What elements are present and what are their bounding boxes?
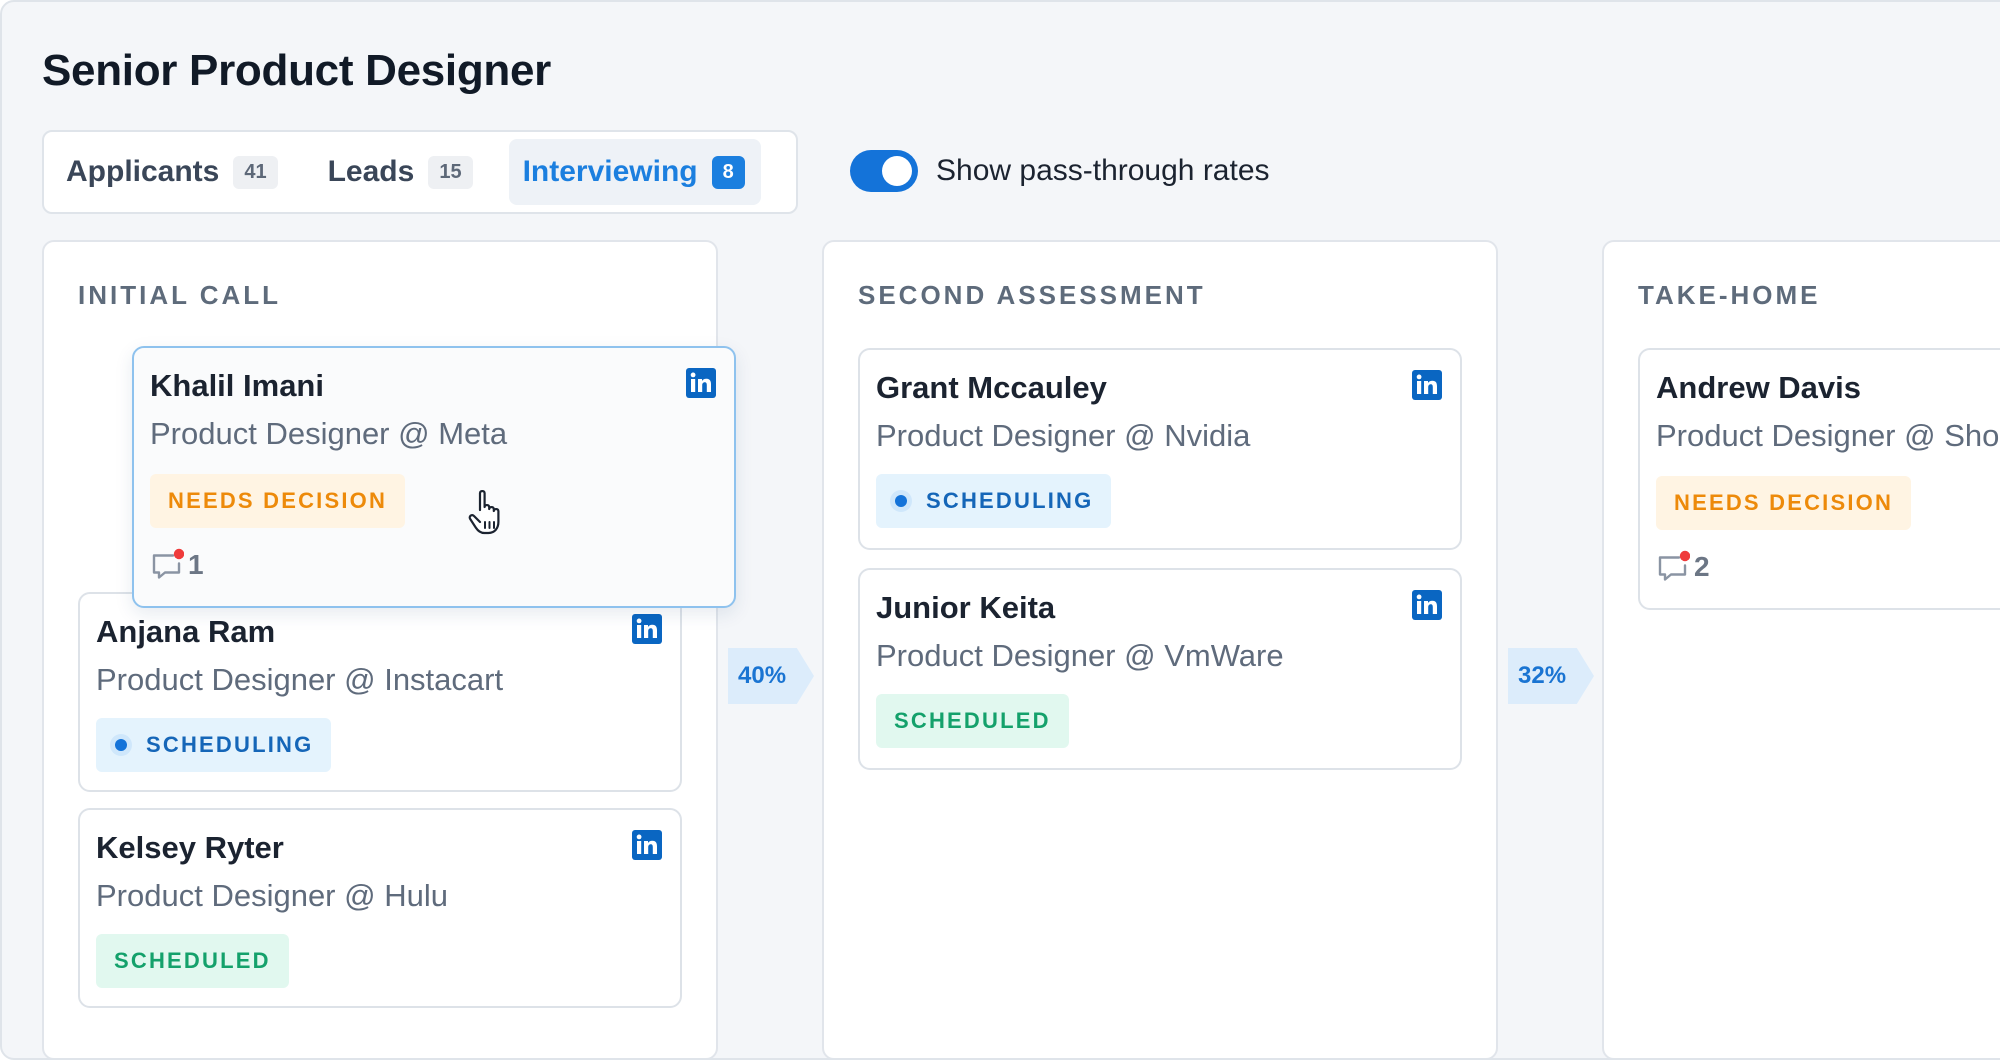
status-badge-scheduled: SCHEDULED <box>96 934 289 988</box>
candidate-card-andrew-davis[interactable]: Andrew Davis Product Designer @ Shopify … <box>1638 348 2000 610</box>
app-frame: Senior Product Designer Applicants 41 Le… <box>0 0 2000 1060</box>
status-label: SCHEDULING <box>926 488 1094 513</box>
linkedin-icon[interactable] <box>1412 370 1442 400</box>
status-badge-scheduling: SCHEDULING <box>96 718 332 772</box>
candidate-name: Kelsey Ryter <box>96 830 284 865</box>
status-badge-needs-decision: NEEDS DECISION <box>1656 476 1912 530</box>
status-badge-needs-decision: NEEDS DECISION <box>150 474 406 528</box>
pipeline-tabs: Applicants 41 Leads 15 Interviewing 8 <box>42 130 798 214</box>
comments-indicator[interactable]: 2 <box>1656 550 1710 584</box>
column-take-home: TAKE-HOME Andrew Davis Product Designer … <box>1602 240 2000 1058</box>
tab-interviewing[interactable]: Interviewing 8 <box>508 139 761 205</box>
status-label: NEEDS DECISION <box>1674 490 1894 515</box>
candidate-role: Product Designer @ Meta <box>150 416 508 451</box>
status-dot-icon <box>890 490 912 512</box>
tab-label: Applicants <box>66 155 220 188</box>
linkedin-icon[interactable] <box>1412 590 1442 620</box>
toggle-label: Show pass-through rates <box>936 154 1270 187</box>
pass-through-toggle-group: Show pass-through rates <box>850 150 1270 192</box>
column-title: TAKE-HOME <box>1638 280 1821 310</box>
candidate-card-anjana-ram[interactable]: Anjana Ram Product Designer @ Instacart … <box>78 592 682 792</box>
candidate-role: Product Designer @ Instacart <box>96 662 504 697</box>
candidate-role: Product Designer @ Hulu <box>96 878 448 913</box>
column-title: SECOND ASSESSMENT <box>858 280 1206 310</box>
tab-label: Interviewing <box>522 155 698 188</box>
status-label: NEEDS DECISION <box>168 488 388 513</box>
candidate-role: Product Designer @ VmWare <box>876 638 1284 673</box>
tab-leads[interactable]: Leads 15 <box>314 139 489 205</box>
column-second-assessment: SECOND ASSESSMENT Grant Mccauley Product… <box>822 240 1498 1058</box>
candidate-card-kelsey-ryter[interactable]: Kelsey Ryter Product Designer @ Hulu SCH… <box>78 808 682 1008</box>
candidate-name: Anjana Ram <box>96 614 276 649</box>
column-title: INITIAL CALL <box>78 280 282 310</box>
comment-count: 2 <box>1694 551 1710 582</box>
status-badge-scheduling: SCHEDULING <box>876 474 1112 528</box>
candidate-role: Product Designer @ Shopify <box>1656 418 2000 453</box>
tab-count: 15 <box>428 155 473 189</box>
comment-icon <box>152 548 184 579</box>
comment-count: 1 <box>188 549 204 580</box>
linkedin-icon[interactable] <box>632 614 662 644</box>
comment-icon <box>1658 550 1690 581</box>
comments-indicator[interactable]: 1 <box>150 548 204 582</box>
tab-count: 41 <box>233 155 278 189</box>
pass-through-rate-badge: 32% <box>1508 648 1594 704</box>
candidate-card-junior-keita[interactable]: Junior Keita Product Designer @ VmWare S… <box>858 568 1462 770</box>
status-label: SCHEDULED <box>114 948 271 973</box>
pass-through-rate-badge: 40% <box>728 648 814 704</box>
tab-applicants[interactable]: Applicants 41 <box>52 139 294 205</box>
candidate-card-khalil-imani[interactable]: Khalil Imani Product Designer @ Meta NEE… <box>132 346 736 608</box>
candidate-name: Andrew Davis <box>1656 370 1862 405</box>
status-label: SCHEDULED <box>894 708 1051 733</box>
candidate-name: Junior Keita <box>876 590 1056 625</box>
status-badge-scheduled: SCHEDULED <box>876 694 1069 748</box>
candidate-name: Grant Mccauley <box>876 370 1107 405</box>
tab-count: 8 <box>711 155 745 189</box>
status-dot-icon <box>110 734 132 756</box>
linkedin-icon[interactable] <box>686 368 716 398</box>
candidate-card-grant-mccauley[interactable]: Grant Mccauley Product Designer @ Nvidia… <box>858 348 1462 550</box>
candidate-role: Product Designer @ Nvidia <box>876 418 1251 453</box>
tab-label: Leads <box>327 155 415 188</box>
hand-cursor-icon <box>468 489 500 535</box>
status-label: SCHEDULING <box>146 732 314 757</box>
candidate-name: Khalil Imani <box>150 368 324 403</box>
page-title: Senior Product Designer <box>42 46 551 95</box>
toggle-knob <box>882 156 912 186</box>
pass-through-toggle[interactable] <box>850 150 918 192</box>
linkedin-icon[interactable] <box>632 830 662 860</box>
